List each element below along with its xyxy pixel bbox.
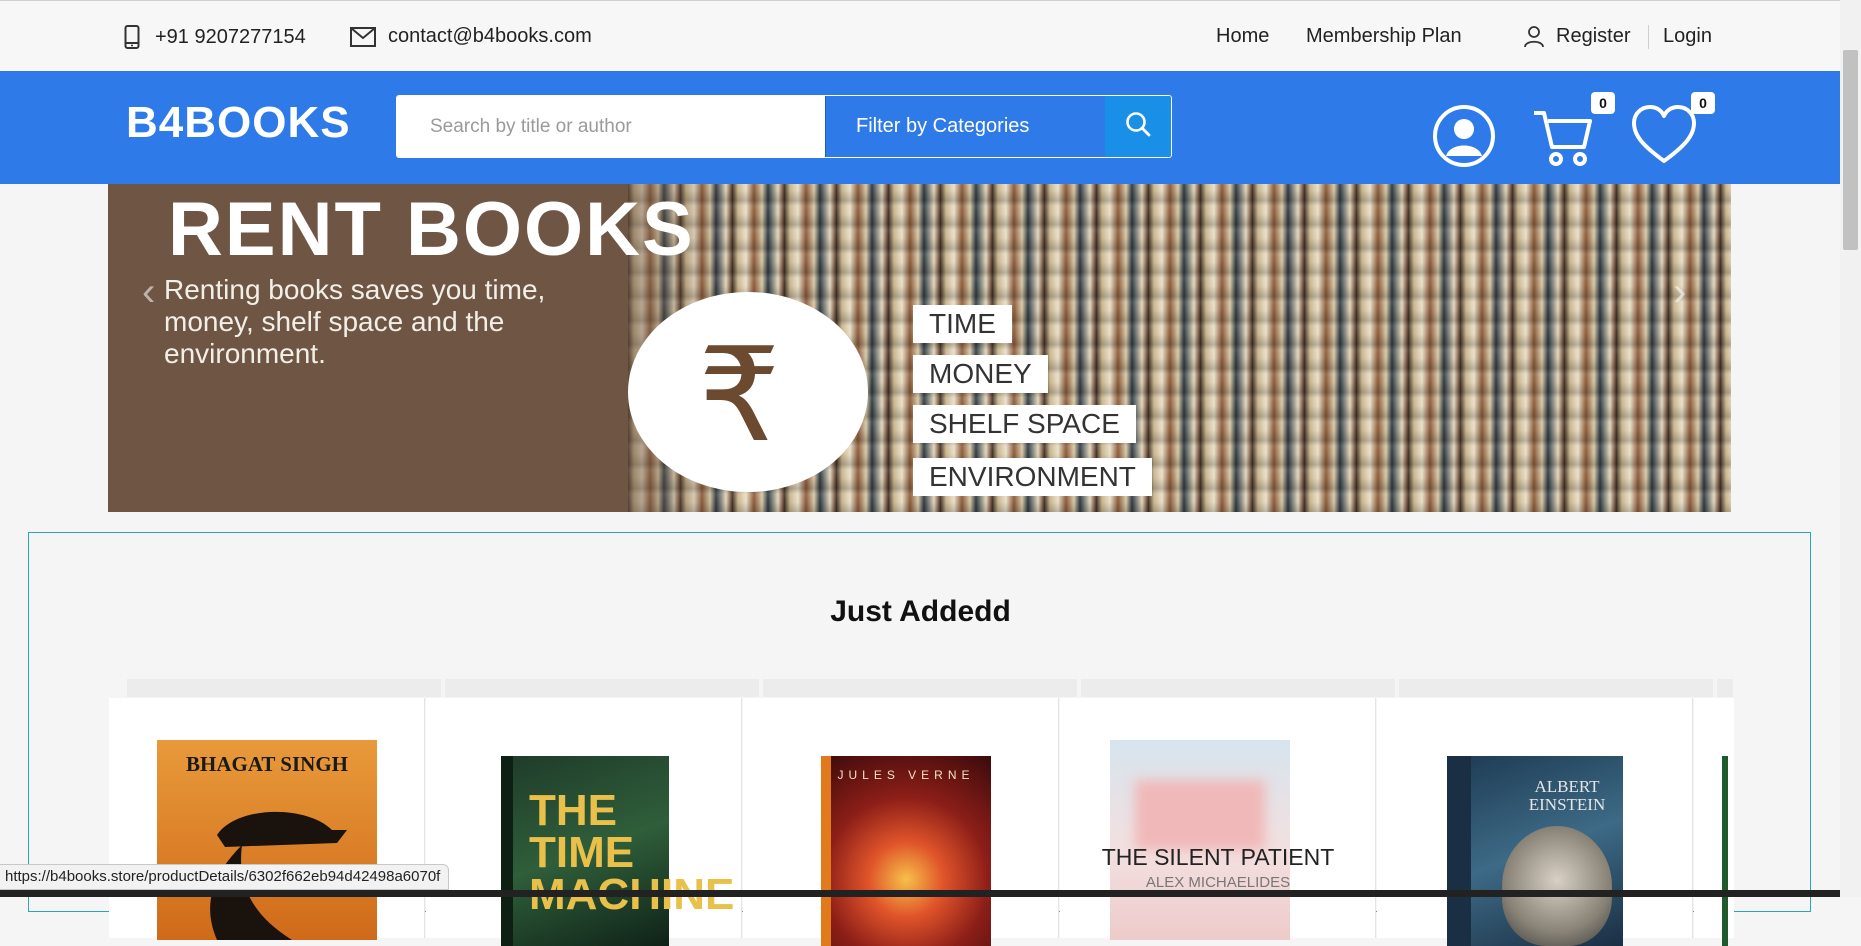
rupee-icon: ₹ xyxy=(698,319,781,471)
banner-tag-time: TIME xyxy=(913,305,1012,343)
envelope-icon xyxy=(350,26,376,47)
wishlist-count-badge: 0 xyxy=(1691,92,1715,114)
nav-register-link[interactable]: Register xyxy=(1524,25,1630,48)
carousel-prev-arrow[interactable]: ‹ xyxy=(142,270,155,315)
book-card[interactable]: THE TIME MACHINE xyxy=(426,698,742,946)
carousel-next-arrow[interactable]: › xyxy=(1673,270,1686,315)
banner-title: RENT BOOKS xyxy=(168,187,695,272)
email-address[interactable]: contact@b4books.com xyxy=(388,25,592,48)
cart-icon[interactable] xyxy=(1532,107,1596,172)
banner-tag-money: MONEY xyxy=(913,355,1048,393)
phone-icon xyxy=(124,25,140,49)
book-cover-image[interactable]: THE TIME MACHINE xyxy=(501,756,735,946)
nav-home-link[interactable]: Home xyxy=(1216,25,1269,48)
account-icon[interactable] xyxy=(1432,104,1496,173)
card-header-strip xyxy=(1717,679,1733,697)
cover-title: ALBERT EINSTEIN xyxy=(1528,777,1606,814)
book-card[interactable]: THE SILENT PATIENT ALEX MICHAELIDES xyxy=(1060,698,1376,940)
book-cover-image[interactable] xyxy=(1110,740,1290,940)
cover-blur-shape xyxy=(1135,780,1265,850)
status-url-tooltip: https://b4books.store/productDetails/630… xyxy=(0,864,450,890)
book-card[interactable] xyxy=(1694,698,1734,946)
nav-login-link[interactable]: Login xyxy=(1663,25,1712,48)
register-label: Register xyxy=(1556,25,1631,47)
phone-contact: +91 9207277154 xyxy=(124,25,306,49)
book-cover-image[interactable] xyxy=(1722,756,1728,946)
book-spine xyxy=(501,756,513,946)
book-card[interactable]: ALBERT EINSTEIN xyxy=(1377,698,1693,946)
nav-divider xyxy=(1648,25,1649,49)
card-header-strip xyxy=(1399,679,1713,697)
card-header-strip xyxy=(445,679,759,697)
book-card[interactable]: JULES VERNE xyxy=(743,698,1059,946)
search-bar: Filter by Categories xyxy=(396,95,1172,158)
hero-carousel: RENT BOOKS Renting books saves you time,… xyxy=(108,184,1731,512)
just-added-section: Just Addedd BHAGAT SINGH THE TIME MACHIN… xyxy=(28,532,1811,946)
banner-tag-environment: ENVIRONMENT xyxy=(913,458,1152,496)
book-cover-image[interactable]: JULES VERNE xyxy=(821,756,991,946)
cart-count-badge: 0 xyxy=(1591,92,1615,114)
main-header: B4BOOKS Filter by Categories 0 0 xyxy=(0,71,1840,184)
heart-icon[interactable] xyxy=(1632,105,1696,170)
card-header-strip xyxy=(127,679,441,697)
phone-number: +91 9207277154 xyxy=(155,25,306,48)
cover-author: JULES VERNE xyxy=(837,768,975,782)
book-author: ALEX MICHAELIDES xyxy=(1145,874,1291,891)
search-input[interactable] xyxy=(397,96,825,157)
cover-title: BHAGAT SINGH xyxy=(185,752,348,776)
section-title: Just Addedd xyxy=(830,595,1011,628)
scrollbar-thumb[interactable] xyxy=(1843,50,1858,250)
cover-title: THE TIME MACHINE xyxy=(529,786,735,919)
book-spine xyxy=(821,756,831,946)
page-bottom-edge xyxy=(0,890,1840,897)
user-icon xyxy=(1524,25,1544,48)
book-card[interactable]: BHAGAT SINGH xyxy=(109,698,425,940)
book-cover-image[interactable]: BHAGAT SINGH xyxy=(157,740,377,940)
book-spine xyxy=(1447,756,1471,946)
category-filter-dropdown[interactable]: Filter by Categories xyxy=(825,96,1105,157)
search-icon xyxy=(1125,111,1151,142)
banner-tag-shelf-space: SHELF SPACE xyxy=(913,405,1136,443)
top-bar: +91 9207277154 contact@b4books.com Home … xyxy=(0,0,1840,71)
book-cover-image[interactable]: ALBERT EINSTEIN xyxy=(1447,756,1623,946)
card-header-strip xyxy=(763,679,1077,697)
book-title[interactable]: THE SILENT PATIENT xyxy=(1060,844,1376,871)
site-logo[interactable]: B4BOOKS xyxy=(126,98,351,148)
card-header-strip xyxy=(1081,679,1395,697)
nav-membership-link[interactable]: Membership Plan xyxy=(1306,25,1462,48)
search-button[interactable] xyxy=(1105,96,1171,157)
banner-subtitle: Renting books saves you time, money, she… xyxy=(164,274,546,369)
portrait-image xyxy=(1502,826,1612,946)
email-contact[interactable]: contact@b4books.com xyxy=(350,25,592,48)
